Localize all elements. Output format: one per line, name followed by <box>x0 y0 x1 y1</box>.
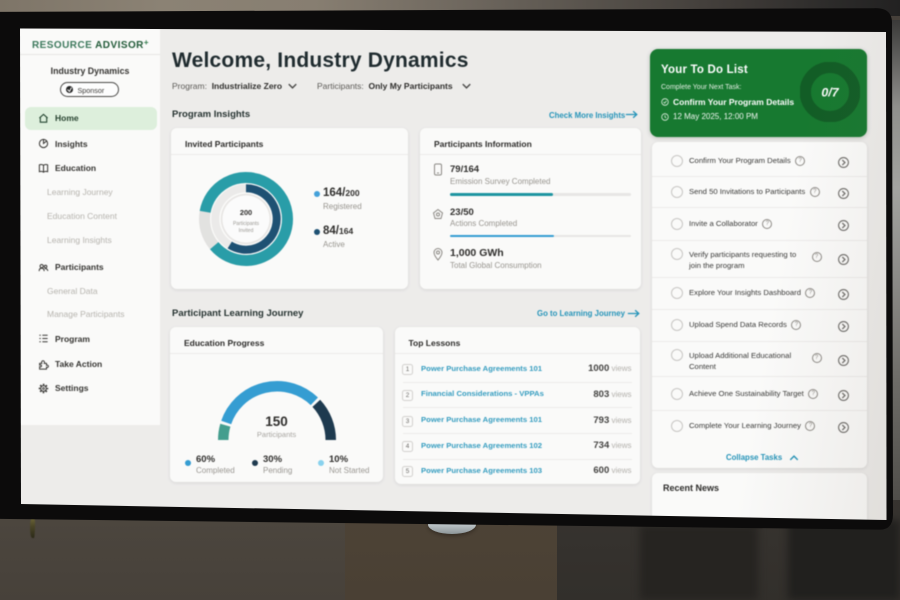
svg-text:0/7: 0/7 <box>821 85 839 99</box>
svg-text:Invited: Invited <box>239 228 254 234</box>
svg-text:Participants: Participants <box>233 221 260 227</box>
svg-text:200: 200 <box>240 208 252 217</box>
